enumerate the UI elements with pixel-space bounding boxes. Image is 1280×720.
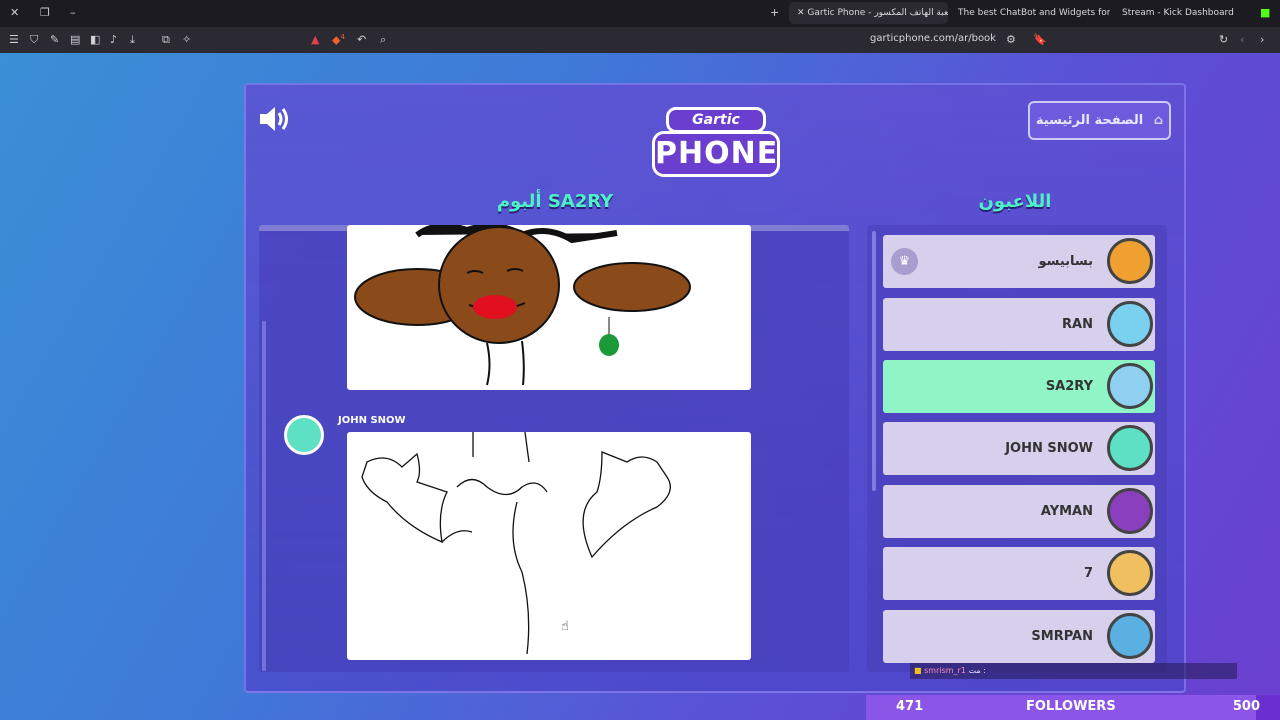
home-button[interactable]: الصفحة الرئيسية ⌂	[1028, 101, 1171, 140]
back-icon[interactable]: ‹	[1240, 33, 1244, 46]
menu-icon[interactable]: ☰	[9, 33, 19, 46]
music-icon[interactable]: ♪	[110, 33, 117, 46]
player-row[interactable]: ♛ بسابيسو	[883, 235, 1155, 288]
player-name: RAN	[1062, 317, 1093, 332]
player-row[interactable]: AYMAN	[883, 485, 1155, 538]
brave-rewards-icon[interactable]: ▲	[311, 33, 319, 46]
tab-kick-dashboard[interactable]: Stream - Kick Dashboard	[1114, 2, 1244, 24]
reload-icon[interactable]: ↻	[1219, 33, 1228, 46]
entry-author-name: JOHN SNOW	[338, 415, 406, 426]
sound-toggle-icon[interactable]	[258, 105, 292, 133]
forward-icon[interactable]: ›	[1260, 33, 1264, 46]
player-name: بسابيسو	[1038, 254, 1093, 269]
followers-goal-bar: 471 FOLLOWERS 500	[866, 695, 1280, 720]
album-drawing-1	[347, 225, 751, 390]
chat-message: مت :	[968, 666, 986, 675]
player-row[interactable]: JOHN SNOW	[883, 422, 1155, 475]
mouse-cursor-icon: ☝	[561, 619, 569, 634]
tab-title: Gartic Phone - لعبة الهاتف المكسور	[807, 8, 948, 18]
download-icon[interactable]: ⤓	[130, 33, 135, 47]
followers-goal: 500	[1232, 699, 1260, 714]
tab-gartic-phone[interactable]: ✕ Gartic Phone - لعبة الهاتف المكسور	[789, 2, 948, 24]
browser-nav-bar: ☰ ⛉ ✎ ▤ ◧ ♪ ⤓ ⧉ ✧ ▲ ◆4 ↶ ⌕ garticphone.c…	[0, 27, 1280, 53]
search-icon[interactable]: ⌕	[380, 33, 386, 47]
entry-author-avatar	[284, 415, 324, 455]
tab-title: Stream - Kick Dashboard	[1122, 8, 1234, 18]
player-name: 7	[1083, 566, 1093, 581]
player-name: SA2RY	[1045, 379, 1093, 394]
player-row[interactable]: RAN	[883, 298, 1155, 351]
player-row[interactable]: SMRPAN	[883, 610, 1155, 663]
puzzle-icon[interactable]: ✧	[182, 33, 191, 46]
close-window-icon[interactable]: ✕	[10, 6, 19, 19]
kick-icon: ■	[1260, 6, 1271, 19]
bookmark-icon[interactable]: 🔖	[1033, 33, 1047, 46]
minimize-window-icon[interactable]: –	[70, 6, 76, 19]
logo-bottom-text: PHONE	[652, 131, 780, 177]
new-tab-icon[interactable]: +	[770, 6, 779, 19]
player-row[interactable]: 7	[883, 547, 1155, 600]
players-title: اللاعبون	[978, 191, 1052, 212]
chat-username: smrism_r1	[924, 666, 966, 675]
tab-chatbot[interactable]: The best ChatBot and Widgets for Kick	[950, 2, 1110, 24]
player-avatar	[1107, 488, 1153, 534]
player-avatar	[1107, 363, 1153, 409]
brave-shield-icon[interactable]: ◆4	[332, 33, 345, 47]
player-name: SMRPAN	[1031, 629, 1093, 644]
browser-tab-bar: ✕ ❐ – + ✕ Gartic Phone - لعبة الهاتف الم…	[0, 0, 1280, 27]
sidebar-icon[interactable]: ◧	[90, 33, 100, 46]
tab-title: The best ChatBot and Widgets for Kick	[958, 8, 1110, 18]
chat-badge-icon: ■	[914, 666, 922, 675]
close-tab-icon[interactable]: ✕	[797, 8, 805, 18]
player-avatar	[1107, 301, 1153, 347]
url-bar[interactable]: garticphone.com/ar/book	[870, 33, 996, 44]
player-name: AYMAN	[1040, 504, 1093, 519]
crown-icon: ♛	[891, 248, 918, 275]
followers-label: FOLLOWERS	[1026, 699, 1116, 714]
players-scrollbar[interactable]	[872, 231, 876, 491]
player-row-current[interactable]: SA2RY	[883, 360, 1155, 413]
home-icon: ⌂	[1153, 113, 1164, 128]
followers-current: 471	[896, 699, 924, 714]
tabs-icon[interactable]: ▤	[70, 33, 80, 46]
album-title: ألبوم SA2RY	[496, 191, 614, 212]
stream-chat-line: ■ smrism_r1 مت :	[910, 663, 1237, 679]
gartic-phone-logo: Gartic PHONE	[652, 101, 780, 179]
album-drawing-2	[347, 432, 751, 660]
home-button-label: الصفحة الرئيسية	[1035, 113, 1144, 128]
shield-icon[interactable]: ⛉	[30, 33, 38, 47]
player-avatar	[1107, 550, 1153, 596]
site-settings-icon[interactable]: ⚙	[1006, 33, 1016, 46]
player-avatar	[1107, 238, 1153, 284]
screenshot-icon[interactable]: ⧉	[162, 33, 170, 47]
game-page: Gartic PHONE الصفحة الرئيسية ⌂ ألبوم SA2…	[0, 53, 1280, 720]
album-scrollbar[interactable]	[262, 321, 266, 671]
extension-icon[interactable]: ✎	[50, 33, 59, 46]
undo-icon[interactable]: ↶	[357, 33, 366, 46]
restore-window-icon[interactable]: ❐	[40, 6, 50, 19]
logo-top-text: Gartic	[666, 107, 766, 133]
player-avatar	[1107, 425, 1153, 471]
player-avatar	[1107, 613, 1153, 659]
player-name: JOHN SNOW	[1005, 441, 1093, 456]
